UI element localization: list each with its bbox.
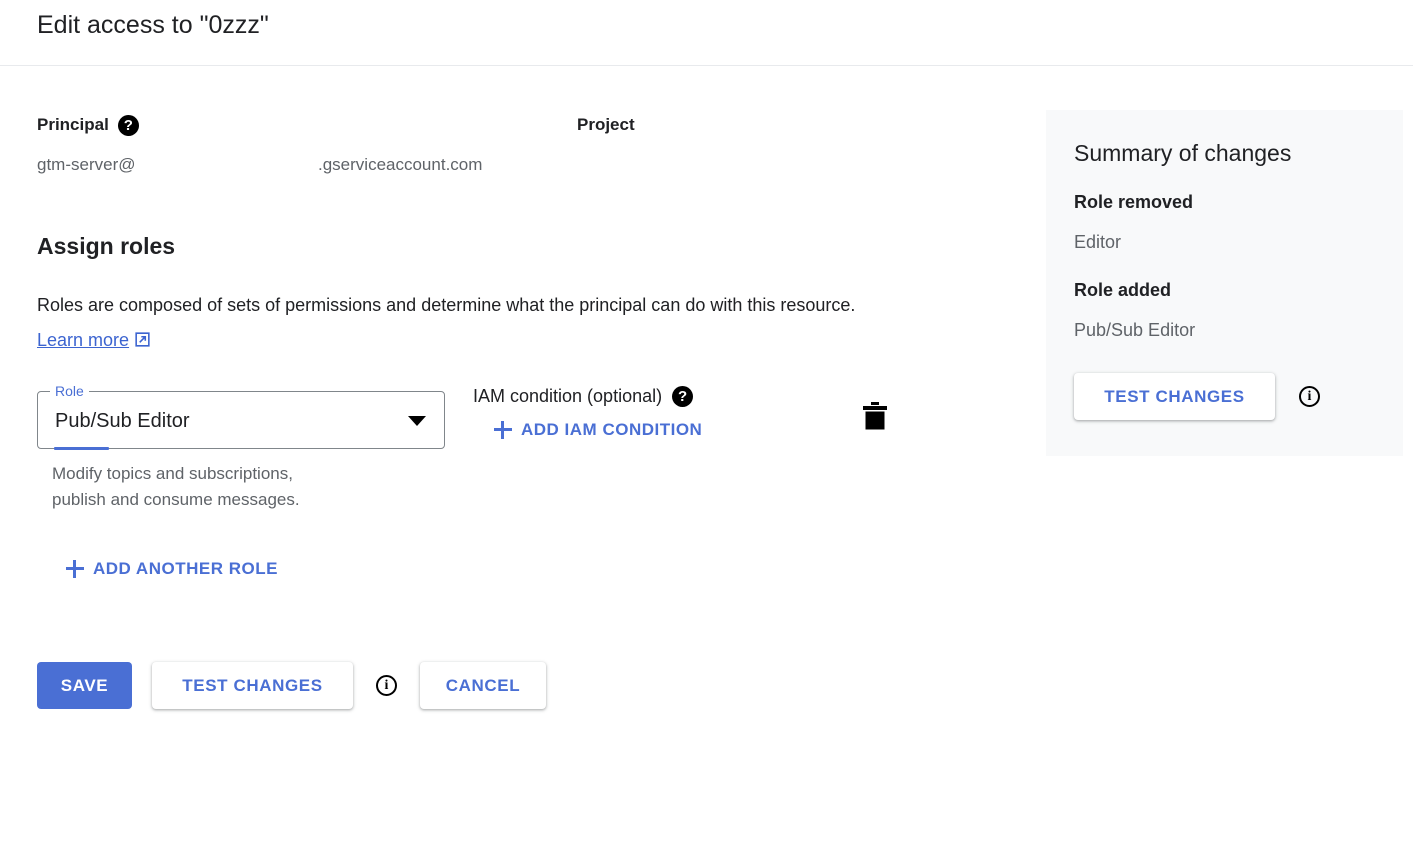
role-select[interactable]: Role Pub/Sub Editor	[37, 382, 445, 450]
summary-test-changes-button[interactable]: TEST CHANGES	[1074, 373, 1275, 420]
summary-title: Summary of changes	[1074, 140, 1292, 166]
assign-roles-title: Assign roles	[37, 233, 176, 259]
dialog-header: Edit access to "0zzz"	[0, 0, 1413, 66]
principal-value-suffix: .gserviceaccount.com	[318, 155, 483, 174]
cancel-button[interactable]: CANCEL	[420, 662, 546, 709]
info-icon[interactable]: i	[376, 675, 397, 696]
summary-of-changes-panel: Summary of changes Role removed Editor R…	[1046, 110, 1403, 456]
chevron-down-icon[interactable]	[408, 416, 426, 426]
project-label: Project	[577, 115, 635, 134]
add-iam-condition-button[interactable]: ADD IAM CONDITION	[494, 419, 702, 441]
add-another-role-button[interactable]: ADD ANOTHER ROLE	[66, 558, 278, 580]
principal-value-prefix: gtm-server@	[37, 155, 136, 174]
assign-roles-description-text: Roles are composed of sets of permission…	[37, 295, 856, 315]
save-button[interactable]: SAVE	[37, 662, 132, 709]
role-select-value: Pub/Sub Editor	[55, 410, 190, 432]
project-label-row: Project	[577, 114, 635, 136]
help-icon[interactable]: ?	[672, 385, 694, 407]
role-help-text: Modify topics and subscriptions, publish…	[52, 464, 300, 509]
iam-condition-label: IAM condition (optional)	[473, 386, 663, 406]
page-title: Edit access to "0zzz"	[37, 11, 269, 39]
iam-condition-label-row: IAM condition (optional) ?	[473, 384, 694, 408]
add-another-role-label: ADD ANOTHER ROLE	[93, 559, 278, 578]
assign-roles-description: Roles are composed of sets of permission…	[37, 288, 877, 361]
summary-role-removed-heading: Role removed	[1074, 192, 1194, 212]
help-icon[interactable]: ?	[117, 114, 139, 136]
summary-role-added-heading: Role added	[1074, 280, 1172, 300]
role-select-progress-bar	[54, 447, 109, 450]
plus-icon	[494, 421, 512, 439]
main-content: Principal ? gtm-server@ .gserviceaccount…	[0, 66, 1046, 865]
principal-label-row: Principal ?	[37, 114, 139, 136]
open-in-new-icon[interactable]	[133, 326, 152, 361]
info-icon[interactable]: i	[1299, 386, 1320, 407]
summary-role-added-value: Pub/Sub Editor	[1074, 320, 1196, 340]
test-changes-button[interactable]: TEST CHANGES	[152, 662, 353, 709]
role-select-legend: Role	[50, 382, 89, 400]
learn-more-link[interactable]: Learn more	[37, 330, 129, 350]
trash-icon[interactable]	[862, 402, 888, 432]
principal-label: Principal	[37, 115, 109, 134]
plus-icon	[66, 560, 84, 578]
add-iam-condition-label: ADD IAM CONDITION	[521, 420, 703, 439]
summary-role-removed-value: Editor	[1074, 232, 1122, 252]
